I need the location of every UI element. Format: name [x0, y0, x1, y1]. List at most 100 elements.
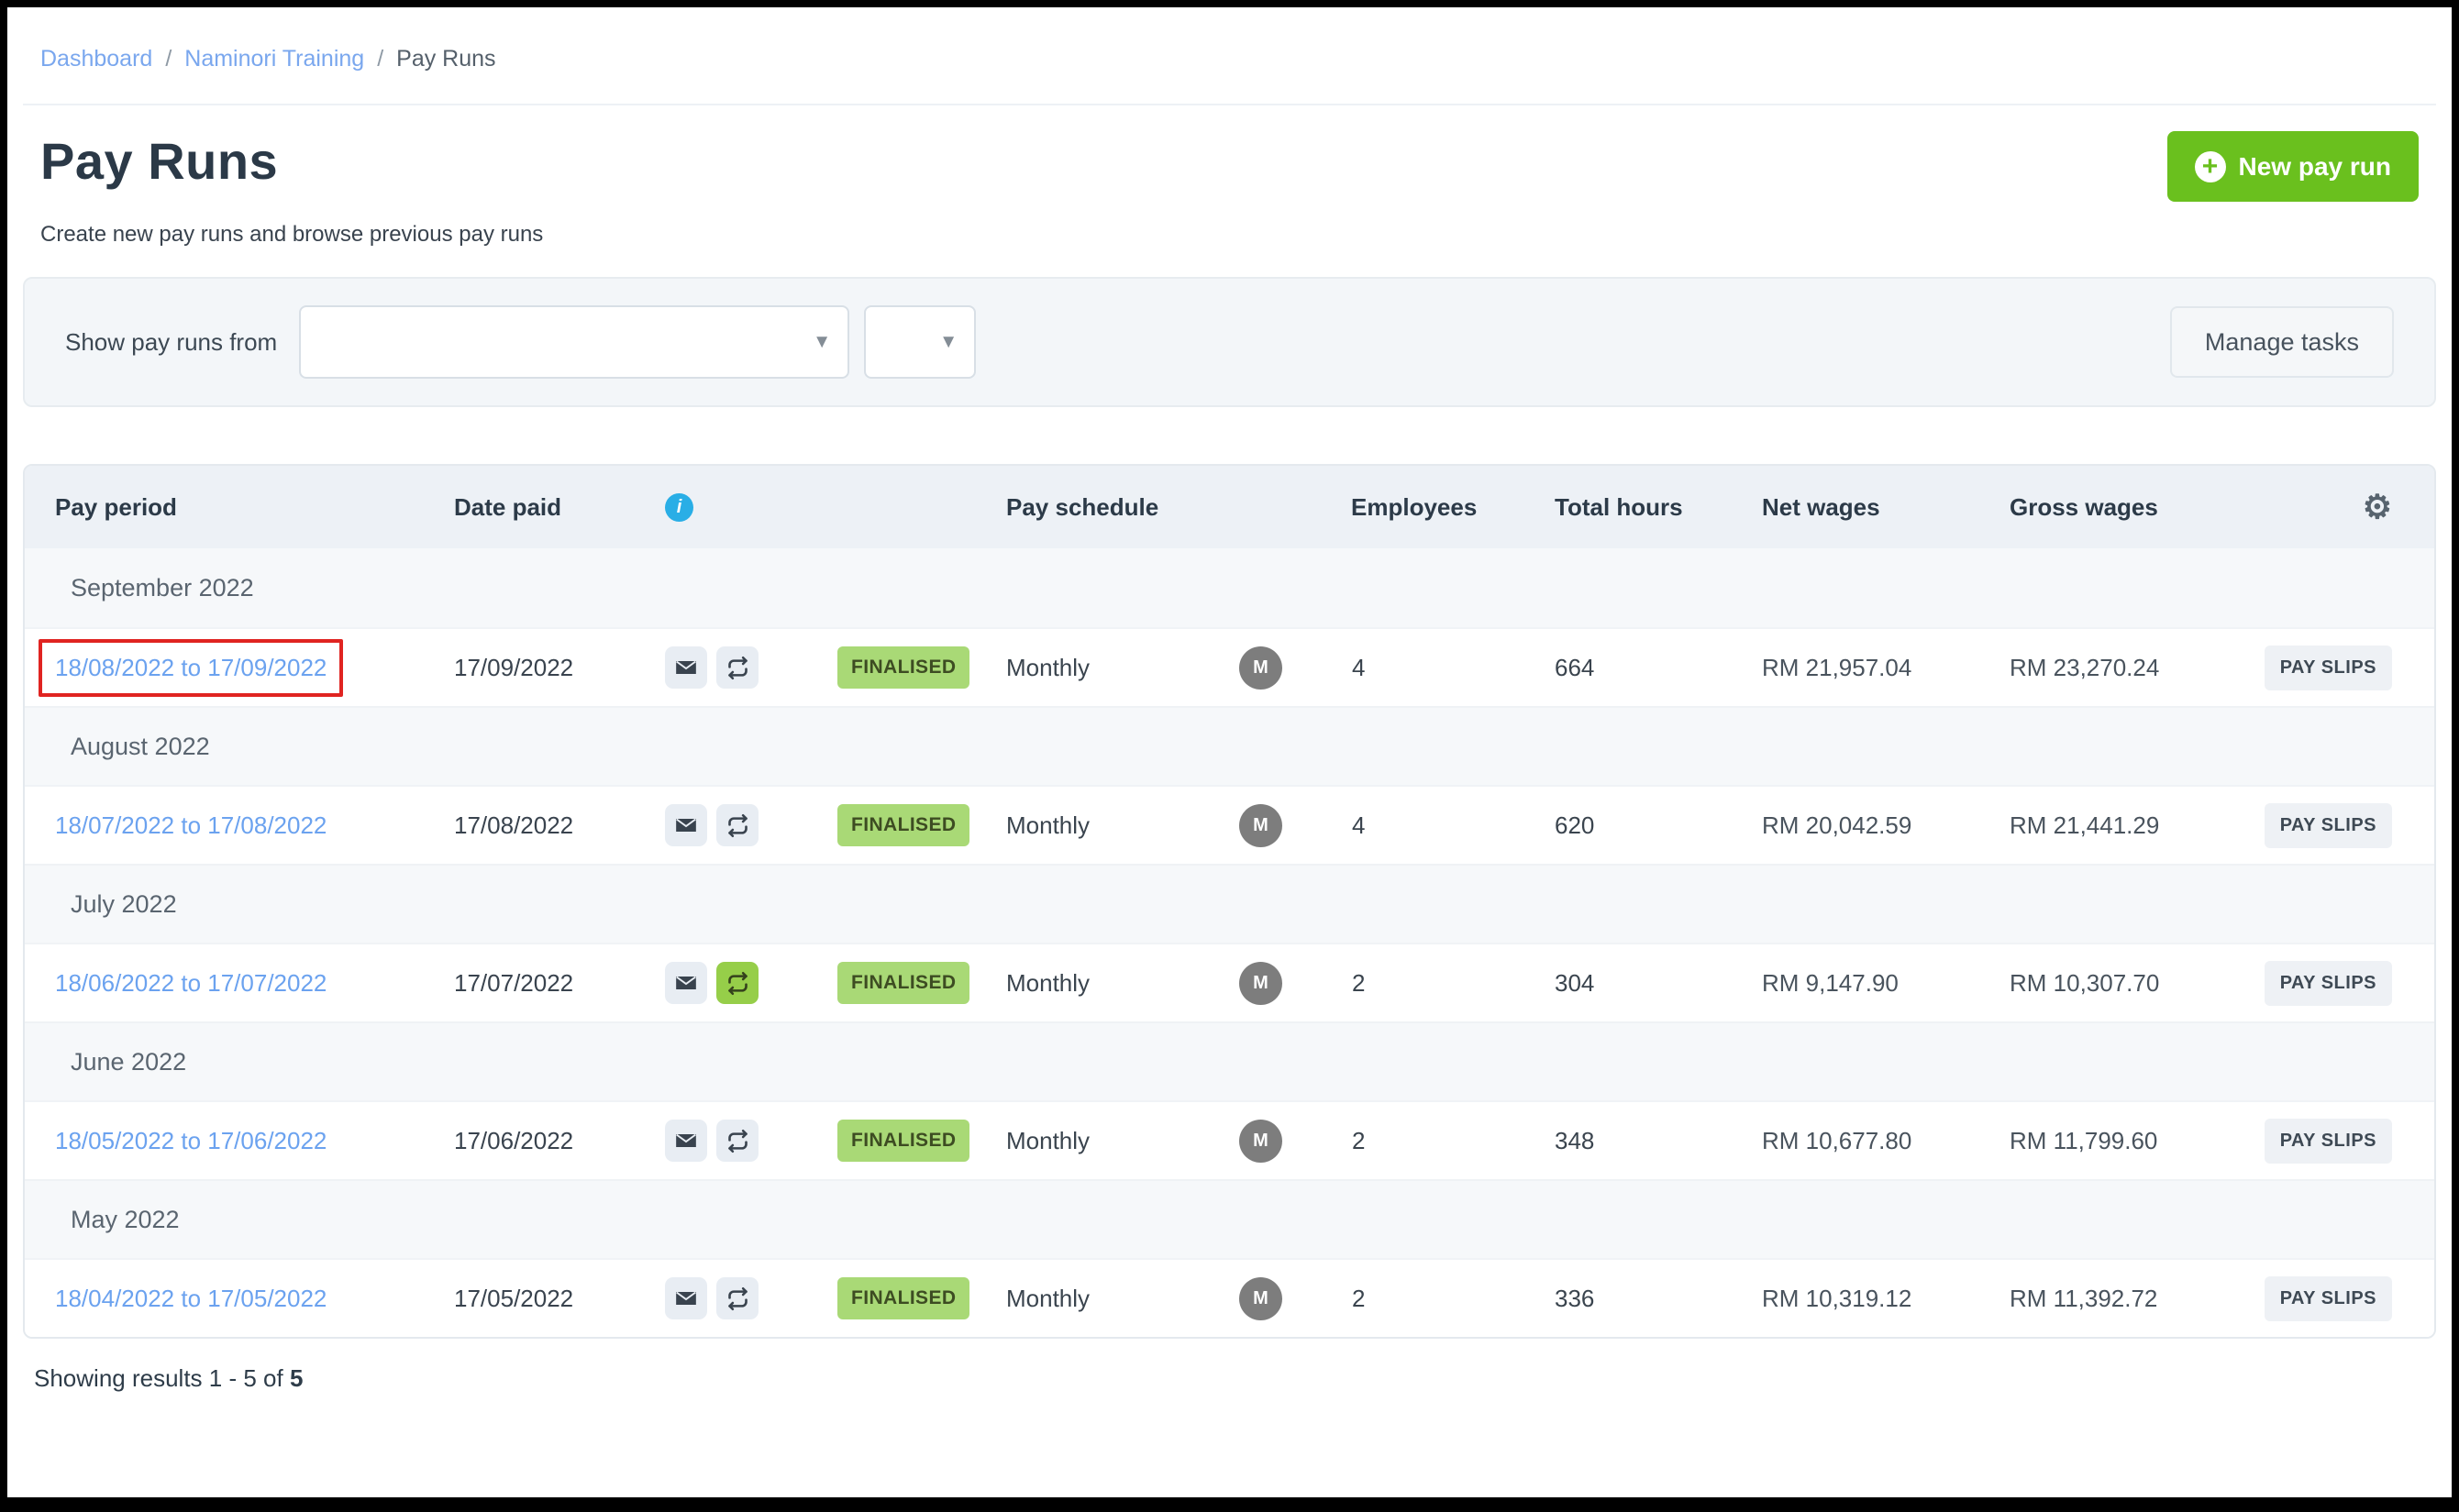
year-select[interactable]: ▾: [864, 305, 976, 379]
date-paid: 17/06/2022: [454, 1127, 665, 1155]
schedule-type-badge: M: [1239, 1277, 1282, 1320]
gear-icon[interactable]: ⚙: [2363, 491, 2392, 524]
schedule-type-badge: M: [1239, 962, 1282, 1005]
filter-label: Show pay runs from: [65, 328, 277, 357]
date-paid: 17/09/2022: [454, 654, 665, 682]
email-notifications-button[interactable]: [665, 962, 707, 1004]
pay-period-link[interactable]: 18/06/2022 to 17/07/2022: [55, 969, 327, 998]
email-notifications-button[interactable]: [665, 804, 707, 846]
email-notifications-button[interactable]: [665, 646, 707, 689]
total-hours: 620: [1555, 811, 1762, 840]
pay-slips-button[interactable]: PAY SLIPS: [2265, 803, 2392, 848]
pay-schedule: Monthly: [1006, 654, 1235, 682]
manage-tasks-button[interactable]: Manage tasks: [2170, 306, 2394, 378]
col-gross-wages: Gross wages: [2010, 493, 2250, 522]
table-row: 18/08/2022 to 17/09/2022 17/09/2022 FINA…: [25, 627, 2434, 706]
pay-schedule: Monthly: [1006, 811, 1235, 840]
employees-count: 2: [1352, 969, 1365, 998]
chevron-down-icon: ▾: [943, 327, 954, 354]
schedule-type-badge: M: [1239, 804, 1282, 847]
status-badge: FINALISED: [837, 1277, 969, 1319]
pay-slips-button[interactable]: PAY SLIPS: [2265, 646, 2392, 690]
col-employees: Employees: [1235, 493, 1555, 522]
group-header: June 2022: [25, 1021, 2434, 1100]
breadcrumb-separator: /: [377, 46, 383, 72]
page-subtitle: Create new pay runs and browse previous …: [40, 222, 2436, 248]
gross-wages: RM 11,392.72: [2010, 1285, 2250, 1313]
schedule-type-badge: M: [1239, 1120, 1282, 1163]
pay-slips-button[interactable]: PAY SLIPS: [2265, 961, 2392, 1006]
results-total: 5: [290, 1364, 303, 1392]
status-badge: FINALISED: [837, 962, 969, 1004]
chevron-down-icon: ▾: [816, 327, 827, 354]
pay-period-link[interactable]: 18/05/2022 to 17/06/2022: [55, 1127, 327, 1155]
gross-wages: RM 23,270.24: [2010, 654, 2250, 682]
recurring-pay-run-button[interactable]: [716, 646, 759, 689]
header-divider: [23, 104, 2436, 105]
breadcrumb-dashboard[interactable]: Dashboard: [40, 46, 152, 72]
pay-period-link[interactable]: 18/07/2022 to 17/08/2022: [55, 811, 327, 840]
recurring-pay-run-button[interactable]: [716, 1277, 759, 1319]
envelope-icon: [674, 656, 698, 679]
info-icon[interactable]: i: [665, 493, 693, 522]
breadcrumb: Dashboard / Naminori Training / Pay Runs: [23, 7, 2436, 72]
col-net-wages: Net wages: [1762, 493, 2010, 522]
envelope-icon: [674, 971, 698, 995]
pay-schedule-select[interactable]: ▾: [299, 305, 849, 379]
recurring-pay-run-button[interactable]: [716, 804, 759, 846]
plus-circle-icon: +: [2195, 151, 2226, 182]
pay-period-link[interactable]: 18/08/2022 to 17/09/2022: [55, 654, 327, 682]
pay-slips-button[interactable]: PAY SLIPS: [2265, 1276, 2392, 1321]
table-row: 18/05/2022 to 17/06/2022 17/06/2022 FINA…: [25, 1100, 2434, 1179]
pay-slips-button[interactable]: PAY SLIPS: [2265, 1119, 2392, 1164]
email-notifications-button[interactable]: [665, 1277, 707, 1319]
gross-wages: RM 11,799.60: [2010, 1127, 2250, 1155]
highlight-box: 18/08/2022 to 17/09/2022: [39, 639, 343, 697]
sync-icon: [726, 1286, 750, 1311]
col-pay-period: Pay period: [55, 493, 454, 522]
col-date-paid: Date paid: [454, 493, 665, 522]
gross-wages: RM 10,307.70: [2010, 969, 2250, 998]
net-wages: RM 21,957.04: [1762, 654, 2010, 682]
group-header: May 2022: [25, 1179, 2434, 1258]
status-badge: FINALISED: [837, 1120, 969, 1162]
net-wages: RM 10,677.80: [1762, 1127, 2010, 1155]
group-header: August 2022: [25, 706, 2434, 785]
net-wages: RM 10,319.12: [1762, 1285, 2010, 1313]
recurring-pay-run-button-active[interactable]: [716, 962, 759, 1004]
employees-count: 4: [1352, 654, 1365, 682]
total-hours: 664: [1555, 654, 1762, 682]
new-pay-run-button[interactable]: + New pay run: [2167, 131, 2419, 202]
envelope-icon: [674, 1129, 698, 1153]
envelope-icon: [674, 1286, 698, 1310]
table-header: Pay period Date paid i Pay schedule Empl…: [25, 466, 2434, 548]
recurring-pay-run-button[interactable]: [716, 1120, 759, 1162]
sync-icon: [726, 1129, 750, 1153]
sync-icon: [726, 971, 750, 996]
net-wages: RM 20,042.59: [1762, 811, 2010, 840]
pay-schedule: Monthly: [1006, 1127, 1235, 1155]
sync-icon: [726, 813, 750, 838]
email-notifications-button[interactable]: [665, 1120, 707, 1162]
filter-bar: Show pay runs from ▾ ▾ Manage tasks: [23, 277, 2436, 407]
date-paid: 17/05/2022: [454, 1285, 665, 1313]
pay-period-link[interactable]: 18/04/2022 to 17/05/2022: [55, 1285, 327, 1313]
bottom-bar: [7, 1497, 2452, 1499]
total-hours: 336: [1555, 1285, 1762, 1313]
breadcrumb-business[interactable]: Naminori Training: [184, 46, 364, 72]
page-title: Pay Runs: [40, 131, 278, 191]
breadcrumb-separator: /: [165, 46, 172, 72]
results-text: Showing results 1 - 5 of: [34, 1364, 283, 1392]
new-pay-run-label: New pay run: [2239, 152, 2391, 182]
status-badge: FINALISED: [837, 646, 969, 689]
table-row: 18/04/2022 to 17/05/2022 17/05/2022 FINA…: [25, 1258, 2434, 1337]
date-paid: 17/08/2022: [454, 811, 665, 840]
gross-wages: RM 21,441.29: [2010, 811, 2250, 840]
employees-count: 2: [1352, 1127, 1365, 1155]
table-row: 18/06/2022 to 17/07/2022 17/07/2022 FINA…: [25, 943, 2434, 1021]
pay-runs-table: Pay period Date paid i Pay schedule Empl…: [23, 464, 2436, 1339]
group-header: July 2022: [25, 864, 2434, 943]
col-pay-schedule: Pay schedule: [1006, 493, 1235, 522]
pay-runs-page: Dashboard / Naminori Training / Pay Runs…: [0, 0, 2459, 1512]
employees-count: 2: [1352, 1285, 1365, 1313]
